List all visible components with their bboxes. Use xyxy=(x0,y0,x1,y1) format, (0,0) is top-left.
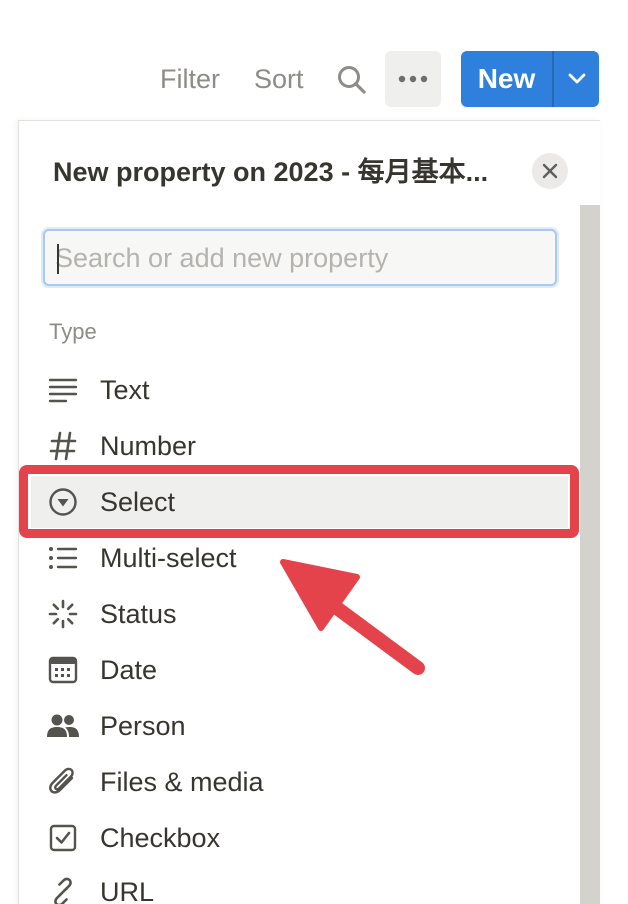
property-type-label: Text xyxy=(100,375,150,405)
property-type-label: Files & media xyxy=(100,767,264,797)
new-button[interactable]: New xyxy=(461,51,552,107)
sort-button[interactable]: Sort xyxy=(254,60,304,98)
close-icon[interactable] xyxy=(532,153,568,189)
property-type-label: Multi-select xyxy=(100,543,237,573)
hash-icon xyxy=(47,430,79,462)
list-icon xyxy=(47,542,79,574)
popup-title: New property on 2023 - 每月基本... xyxy=(53,157,489,187)
property-type-date[interactable]: Date xyxy=(31,644,568,696)
people-icon xyxy=(47,710,79,742)
chevron-down-icon[interactable] xyxy=(554,51,599,107)
property-type-person[interactable]: Person xyxy=(31,700,568,752)
more-horizontal-icon[interactable] xyxy=(385,51,441,107)
annotation-highlight-box xyxy=(19,465,579,538)
property-type-label: URL xyxy=(100,877,155,904)
type-section-label: Type xyxy=(49,319,97,344)
property-type-status[interactable]: Status xyxy=(31,588,568,640)
text-caret xyxy=(57,244,59,274)
app-screen: Filter Sort New New property on 2023 - 每… xyxy=(0,0,628,904)
property-type-label: Checkbox xyxy=(100,823,221,853)
new-button-group: New xyxy=(461,51,599,107)
paperclip-icon xyxy=(47,766,79,798)
status-spinner-icon xyxy=(47,598,79,630)
property-type-label: Person xyxy=(100,711,186,741)
property-type-url[interactable]: URL xyxy=(31,866,568,904)
search-icon[interactable] xyxy=(334,62,370,98)
property-type-files-media[interactable]: Files & media xyxy=(31,756,568,808)
link-icon xyxy=(47,876,79,904)
property-type-text[interactable]: Text xyxy=(31,364,568,416)
property-search-input[interactable] xyxy=(55,239,545,277)
property-type-checkbox[interactable]: Checkbox xyxy=(31,812,568,864)
calendar-icon xyxy=(47,654,79,686)
filter-button[interactable]: Filter xyxy=(160,60,220,98)
property-type-label: Date xyxy=(100,655,158,685)
database-toolbar: Filter Sort New xyxy=(0,50,628,108)
scrollbar[interactable] xyxy=(580,205,600,904)
checkbox-icon xyxy=(47,822,79,854)
property-type-label: Status xyxy=(100,599,177,629)
text-lines-icon xyxy=(47,374,79,406)
property-search-field xyxy=(43,229,557,286)
property-type-multi-select[interactable]: Multi-select xyxy=(31,532,568,584)
